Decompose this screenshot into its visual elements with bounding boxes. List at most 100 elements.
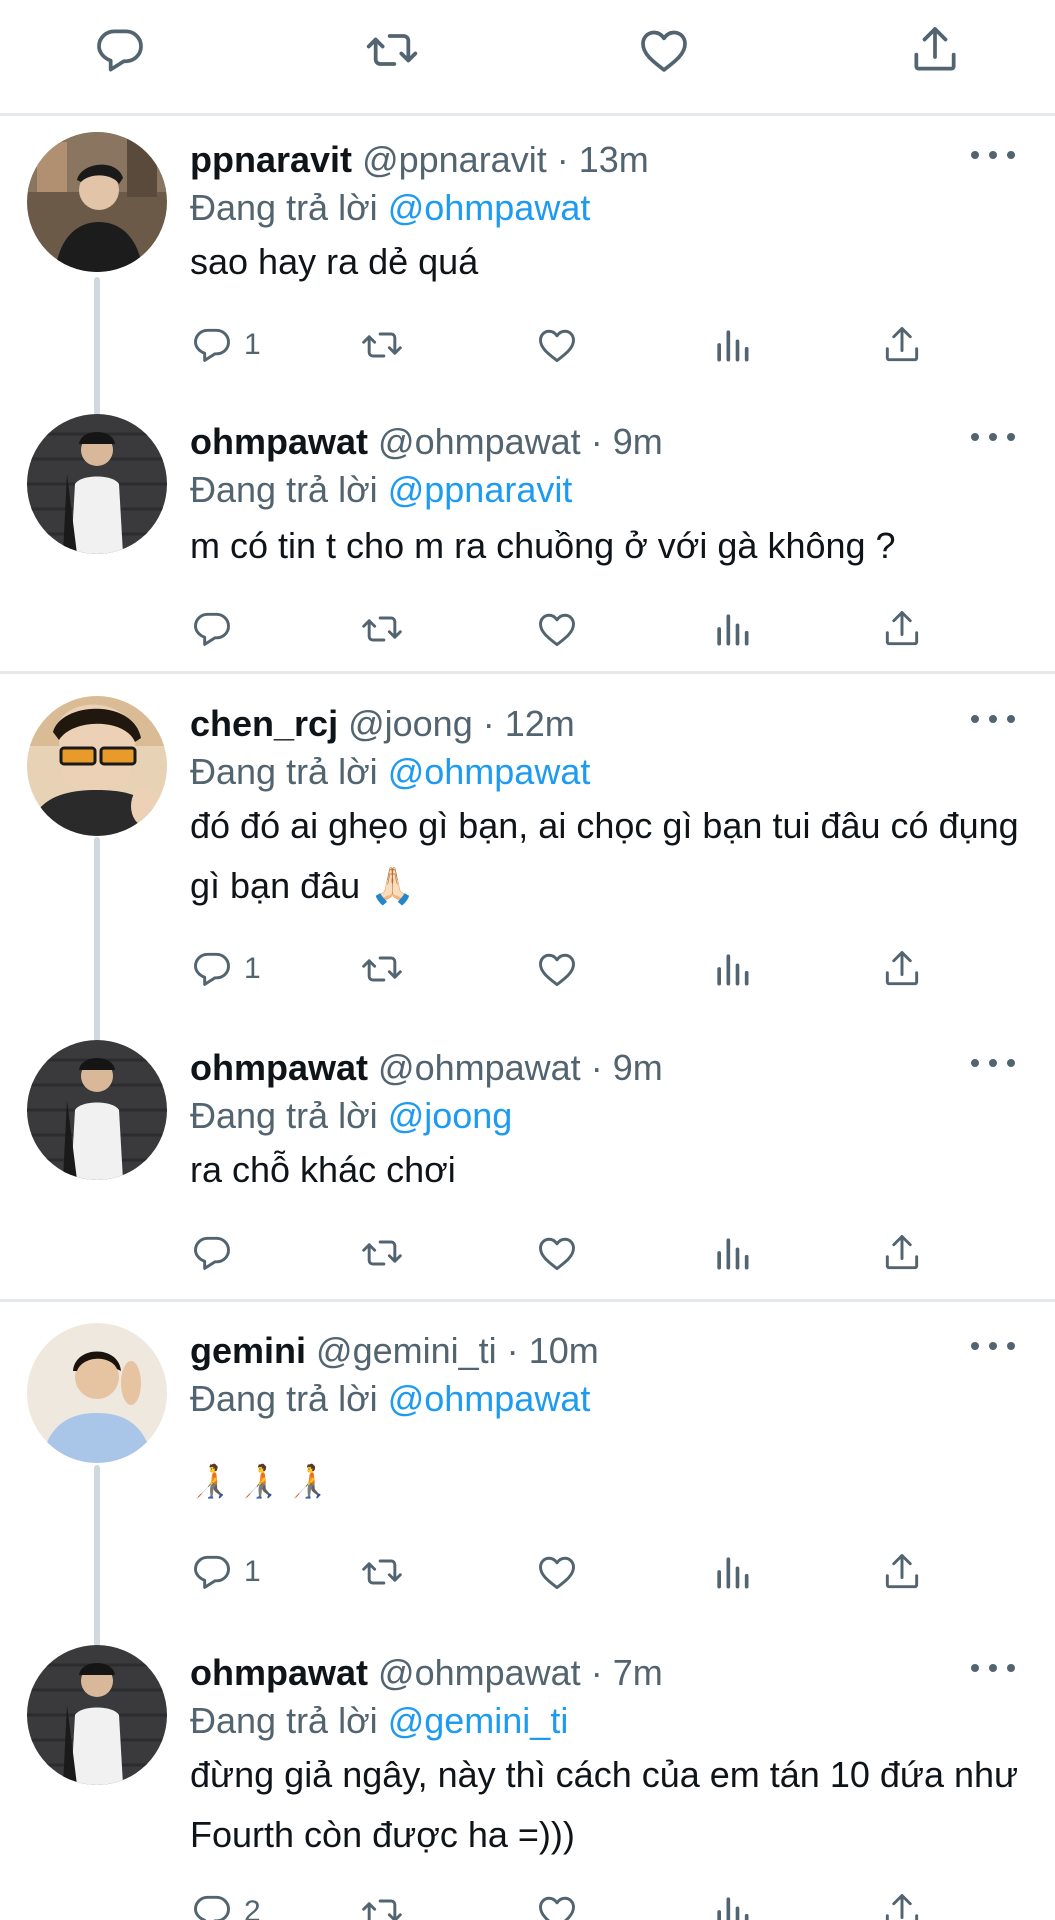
- tweet-text: sao hay ra dẻ quá: [190, 241, 479, 282]
- views-button[interactable]: [710, 1228, 754, 1278]
- reply-button[interactable]: [190, 604, 234, 654]
- mention-link[interactable]: @ohmpawat: [388, 1378, 591, 1419]
- replying-to-label: Đang trả lời: [190, 751, 378, 792]
- reply-icon: [190, 607, 234, 651]
- tweet-text: 🧑‍🦯 🧑‍🦯 🧑‍🦯: [190, 1463, 328, 1499]
- avatar[interactable]: [27, 1040, 167, 1180]
- avatar[interactable]: [27, 1645, 167, 1785]
- like-button[interactable]: [535, 1228, 579, 1278]
- tweet-header: gemini @gemini_ti · 10m: [190, 1329, 599, 1373]
- retweet-button[interactable]: [360, 604, 404, 654]
- reply-button[interactable]: 2: [190, 1887, 261, 1920]
- retweet-button[interactable]: [360, 320, 404, 370]
- timestamp[interactable]: 9m: [613, 1047, 663, 1088]
- share-button[interactable]: [880, 604, 924, 654]
- timestamp[interactable]: 12m: [505, 703, 575, 744]
- avatar[interactable]: [27, 1323, 167, 1463]
- avatar[interactable]: [27, 414, 167, 554]
- timestamp[interactable]: 10m: [529, 1330, 599, 1371]
- views-button[interactable]: [710, 1887, 754, 1920]
- mention-link[interactable]: @ppnaravit: [388, 469, 573, 510]
- more-options-icon[interactable]: [971, 140, 1015, 170]
- retweet-button[interactable]: [360, 1887, 404, 1920]
- tweet-header: ohmpawat @ohmpawat · 7m: [190, 1651, 663, 1695]
- user-handle[interactable]: @gemini_ti: [316, 1330, 497, 1371]
- reply-thread: chen_rcj @joong · 12m Đang trả lời @ohmp…: [0, 677, 1055, 1302]
- share-button[interactable]: [880, 1547, 924, 1597]
- views-button[interactable]: [710, 944, 754, 994]
- retweet-button[interactable]: [360, 1228, 404, 1278]
- mention-link[interactable]: @gemini_ti: [388, 1700, 569, 1741]
- views-icon: [710, 323, 754, 367]
- user-handle[interactable]: @ohmpawat: [378, 1652, 581, 1693]
- like-button[interactable]: [535, 604, 579, 654]
- mention-link[interactable]: @ohmpawat: [388, 187, 591, 228]
- tweet-actions: 1: [190, 944, 930, 994]
- more-options-icon[interactable]: [971, 1331, 1015, 1361]
- share-button[interactable]: [880, 1228, 924, 1278]
- views-icon: [710, 947, 754, 991]
- timestamp[interactable]: 9m: [613, 421, 663, 462]
- reply-count: 2: [244, 1895, 261, 1920]
- user-handle[interactable]: @ohmpawat: [378, 421, 581, 462]
- user-handle[interactable]: @ppnaravit: [362, 139, 547, 180]
- user-handle[interactable]: @ohmpawat: [378, 1047, 581, 1088]
- display-name[interactable]: ohmpawat: [190, 1652, 368, 1693]
- tweet[interactable]: ohmpawat @ohmpawat · 9m Đang trả lời @jo…: [0, 1040, 1055, 1290]
- more-options-icon[interactable]: [971, 1048, 1015, 1078]
- timestamp[interactable]: 13m: [579, 139, 649, 180]
- like-button[interactable]: [535, 944, 579, 994]
- more-options-icon[interactable]: [971, 704, 1015, 734]
- replying-to: Đang trả lời @ppnaravit: [190, 468, 572, 512]
- retweet-button[interactable]: [360, 1547, 404, 1597]
- tweet-header: ohmpawat @ohmpawat · 9m: [190, 1046, 663, 1090]
- like-button[interactable]: [535, 320, 579, 370]
- reply-icon[interactable]: [90, 20, 150, 80]
- share-icon[interactable]: [905, 20, 965, 80]
- tweet-text: ra chỗ khác chơi: [190, 1149, 456, 1190]
- tweet-header: chen_rcj @joong · 12m: [190, 702, 575, 746]
- views-icon: [710, 1550, 754, 1594]
- avatar[interactable]: [27, 132, 167, 272]
- more-options-icon[interactable]: [971, 422, 1015, 452]
- tweet[interactable]: gemini @gemini_ti · 10m Đang trả lời @oh…: [0, 1323, 1055, 1623]
- like-button[interactable]: [535, 1547, 579, 1597]
- mention-link[interactable]: @ohmpawat: [388, 751, 591, 792]
- mention-link[interactable]: @joong: [388, 1095, 513, 1136]
- display-name[interactable]: gemini: [190, 1330, 306, 1371]
- reply-button[interactable]: 1: [190, 944, 261, 994]
- like-button[interactable]: [535, 1887, 579, 1920]
- share-button[interactable]: [880, 320, 924, 370]
- display-name[interactable]: ohmpawat: [190, 421, 368, 462]
- timestamp[interactable]: 7m: [613, 1652, 663, 1693]
- retweet-icon: [360, 323, 404, 367]
- retweet-button[interactable]: [360, 944, 404, 994]
- tweet[interactable]: ppnaravit @ppnaravit · 13m Đang trả lời …: [0, 132, 1055, 392]
- display-name[interactable]: ppnaravit: [190, 139, 352, 180]
- reply-button[interactable]: 1: [190, 320, 261, 370]
- display-name[interactable]: ohmpawat: [190, 1047, 368, 1088]
- reply-button[interactable]: 1: [190, 1547, 261, 1597]
- share-button[interactable]: [880, 944, 924, 994]
- reply-icon: [190, 1231, 234, 1275]
- share-button[interactable]: [880, 1887, 924, 1920]
- retweet-icon: [360, 947, 404, 991]
- like-icon: [535, 1231, 579, 1275]
- tweet[interactable]: chen_rcj @joong · 12m Đang trả lời @ohmp…: [0, 696, 1055, 1016]
- like-icon: [535, 323, 579, 367]
- views-button[interactable]: [710, 320, 754, 370]
- main-tweet-actions: [0, 0, 1055, 116]
- views-button[interactable]: [710, 1547, 754, 1597]
- views-button[interactable]: [710, 604, 754, 654]
- tweet[interactable]: ohmpawat @ohmpawat · 9m Đang trả lời @pp…: [0, 414, 1055, 664]
- retweet-icon: [360, 607, 404, 651]
- like-icon[interactable]: [634, 20, 694, 80]
- tweet-header: ppnaravit @ppnaravit · 13m: [190, 138, 649, 182]
- more-options-icon[interactable]: [971, 1653, 1015, 1683]
- tweet[interactable]: ohmpawat @ohmpawat · 7m Đang trả lời @ge…: [0, 1645, 1055, 1920]
- avatar[interactable]: [27, 696, 167, 836]
- retweet-icon[interactable]: [362, 20, 422, 80]
- user-handle[interactable]: @joong: [348, 703, 473, 744]
- display-name[interactable]: chen_rcj: [190, 703, 338, 744]
- reply-button[interactable]: [190, 1228, 234, 1278]
